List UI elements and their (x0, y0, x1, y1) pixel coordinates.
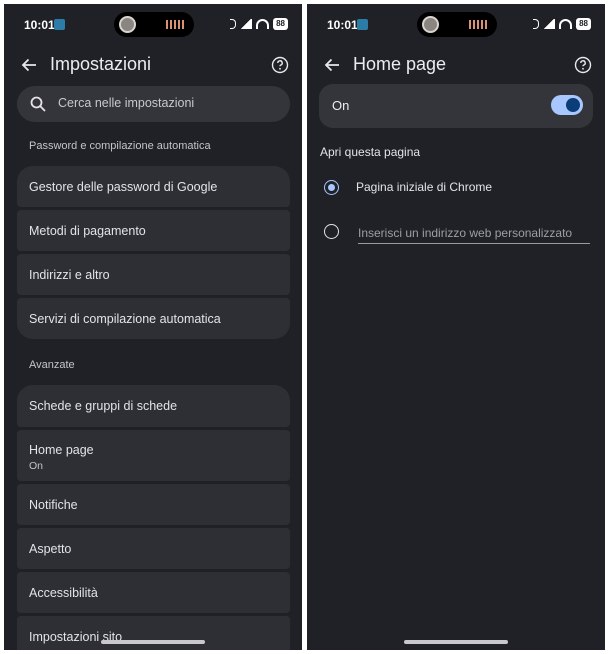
toggle-label: On (332, 98, 350, 113)
media-avatar-icon (119, 16, 136, 33)
search-input[interactable]: Cerca nelle impostazioni (17, 86, 290, 122)
help-icon[interactable] (268, 53, 292, 77)
homepage-toggle-switch[interactable] (551, 95, 583, 115)
homepage-toggle-row[interactable]: On (319, 84, 593, 128)
radio-button-checked[interactable] (324, 180, 339, 195)
bluetooth-icon (230, 19, 237, 29)
settings-item-label: Aspetto (29, 541, 72, 556)
settings-item-payment-methods[interactable]: Metodi di pagamento (17, 210, 290, 251)
help-icon[interactable] (571, 53, 595, 77)
settings-item-label: Accessibilità (29, 585, 98, 600)
custom-url-input[interactable] (358, 222, 590, 244)
gesture-bar[interactable] (404, 640, 508, 644)
settings-item-label: Home page (29, 443, 94, 457)
bluetooth-icon (533, 19, 540, 29)
radio-option-custom-url[interactable] (307, 212, 605, 252)
settings-item-sublabel: On (29, 460, 44, 472)
status-bar: 10:01 88 (307, 4, 605, 44)
wifi-icon (256, 19, 270, 29)
page-title: Impostazioni (50, 54, 152, 74)
radio-button-unchecked[interactable] (324, 224, 339, 239)
dynamic-island (417, 12, 497, 37)
settings-item-label: Indirizzi e altro (29, 267, 110, 282)
settings-item-tabs[interactable]: Schede e gruppi di schede (17, 385, 290, 427)
settings-item-site-settings[interactable]: Impostazioni sito (17, 616, 290, 650)
battery-icon: 88 (576, 18, 591, 30)
audio-waveform-icon (469, 20, 487, 29)
settings-item-autofill-services[interactable]: Servizi di compilazione automatica (17, 298, 290, 339)
settings-item-home-page[interactable]: Home page On (17, 430, 290, 481)
wifi-icon (559, 19, 573, 29)
search-icon (30, 96, 46, 112)
settings-item-label: Schede e gruppi di schede (29, 399, 178, 413)
settings-item-label: Servizi di compilazione automatica (29, 311, 221, 326)
page-title: Home page (353, 54, 447, 74)
status-bar: 10:01 88 (4, 4, 302, 44)
top-app-bar: Impostazioni (4, 44, 302, 86)
radio-option-chrome-home[interactable]: Pagina iniziale di Chrome (307, 168, 605, 208)
notification-app-icon (357, 19, 368, 30)
signal-icon (543, 19, 556, 29)
system-icons: 88 (533, 18, 591, 30)
search-placeholder: Cerca nelle impostazioni (58, 96, 195, 110)
status-time: 10:01 (327, 18, 358, 32)
settings-item-label: Gestore delle password di Google (29, 179, 218, 194)
audio-waveform-icon (166, 20, 184, 29)
back-arrow-icon[interactable] (16, 52, 42, 78)
signal-icon (240, 19, 253, 29)
system-icons: 88 (230, 18, 288, 30)
radio-option-label: Pagina iniziale di Chrome (356, 180, 493, 194)
gesture-bar[interactable] (101, 640, 205, 644)
toggle-knob (566, 98, 580, 112)
section-header-advanced: Avanzate (29, 359, 75, 371)
notification-app-icon (54, 19, 65, 30)
settings-item-appearance[interactable]: Aspetto (17, 528, 290, 569)
homepage-screen: 10:01 88 Home page On Apri questa pagina… (307, 4, 605, 650)
back-arrow-icon[interactable] (319, 52, 345, 78)
section-header-open-page: Apri questa pagina (320, 145, 421, 159)
settings-item-password-manager[interactable]: Gestore delle password di Google (17, 166, 290, 207)
battery-icon: 88 (273, 18, 288, 30)
settings-item-addresses[interactable]: Indirizzi e altro (17, 254, 290, 295)
settings-item-label: Metodi di pagamento (29, 223, 146, 238)
section-header-autofill: Password e compilazione automatica (29, 140, 211, 152)
settings-item-label: Impostazioni sito (29, 629, 123, 644)
settings-screen: 10:01 88 Impostazioni Cerca nelle impost… (4, 4, 302, 650)
status-time: 10:01 (24, 18, 55, 32)
settings-item-notifications[interactable]: Notifiche (17, 484, 290, 525)
media-avatar-icon (422, 16, 439, 33)
settings-item-accessibility[interactable]: Accessibilità (17, 572, 290, 613)
dynamic-island (114, 12, 194, 37)
settings-item-label: Notifiche (29, 497, 78, 512)
top-app-bar: Home page (307, 44, 605, 86)
